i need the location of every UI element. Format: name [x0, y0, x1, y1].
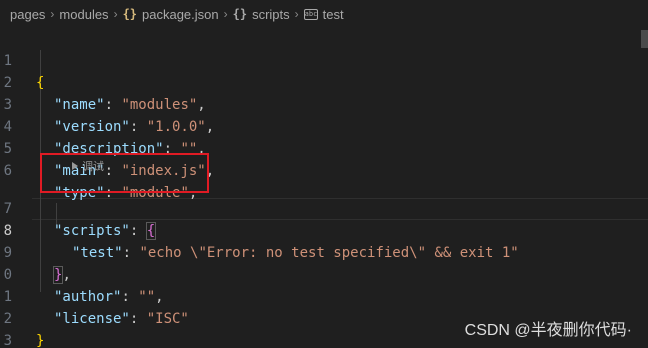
chevron-right-icon: ›: [223, 7, 228, 21]
code-line[interactable]: 2 "name": "modules",: [0, 50, 648, 113]
object-icon: {}: [232, 7, 248, 21]
chevron-right-icon: ›: [294, 7, 299, 21]
breadcrumb: pages › modules › {} package.json › {} s…: [0, 0, 648, 28]
code-line[interactable]: 0 "author": "",: [0, 242, 648, 305]
code-editor[interactable]: 1 { 2 "name": "modules", 3 "version": "1…: [0, 28, 648, 348]
chevron-right-icon: ›: [50, 7, 55, 21]
code-line[interactable]: 1 "license": "ISC": [0, 264, 648, 327]
breadcrumb-item-pages[interactable]: pages: [10, 7, 45, 22]
code-line[interactable]: 3 "version": "1.0.0",: [0, 72, 648, 135]
code-line[interactable]: 9 },: [0, 220, 648, 284]
chevron-right-icon: ›: [113, 7, 118, 21]
close-brace: }: [36, 333, 45, 348]
line-number: 3: [3, 333, 12, 348]
breadcrumb-item-test[interactable]: test: [323, 7, 344, 22]
breadcrumb-item-scripts[interactable]: scripts: [252, 7, 290, 22]
watermark: CSDN @半夜删你代码·: [464, 322, 632, 339]
code-line[interactable]: 4 "description": "",: [0, 94, 648, 157]
breadcrumb-item-package-json[interactable]: package.json: [142, 7, 219, 22]
json-file-icon: {}: [122, 7, 138, 21]
string-property-icon: abc: [303, 8, 318, 20]
annotation-highlight-box: [40, 153, 209, 193]
code-line[interactable]: 1 {: [0, 28, 648, 91]
code-line[interactable]: 2 }: [0, 286, 648, 348]
breadcrumb-item-modules[interactable]: modules: [59, 7, 108, 22]
code-line-active[interactable]: 8 "test": "echo \"Error: no test specifi…: [0, 198, 648, 261]
code-line[interactable]: 5 "main": "index.js",: [0, 116, 648, 179]
